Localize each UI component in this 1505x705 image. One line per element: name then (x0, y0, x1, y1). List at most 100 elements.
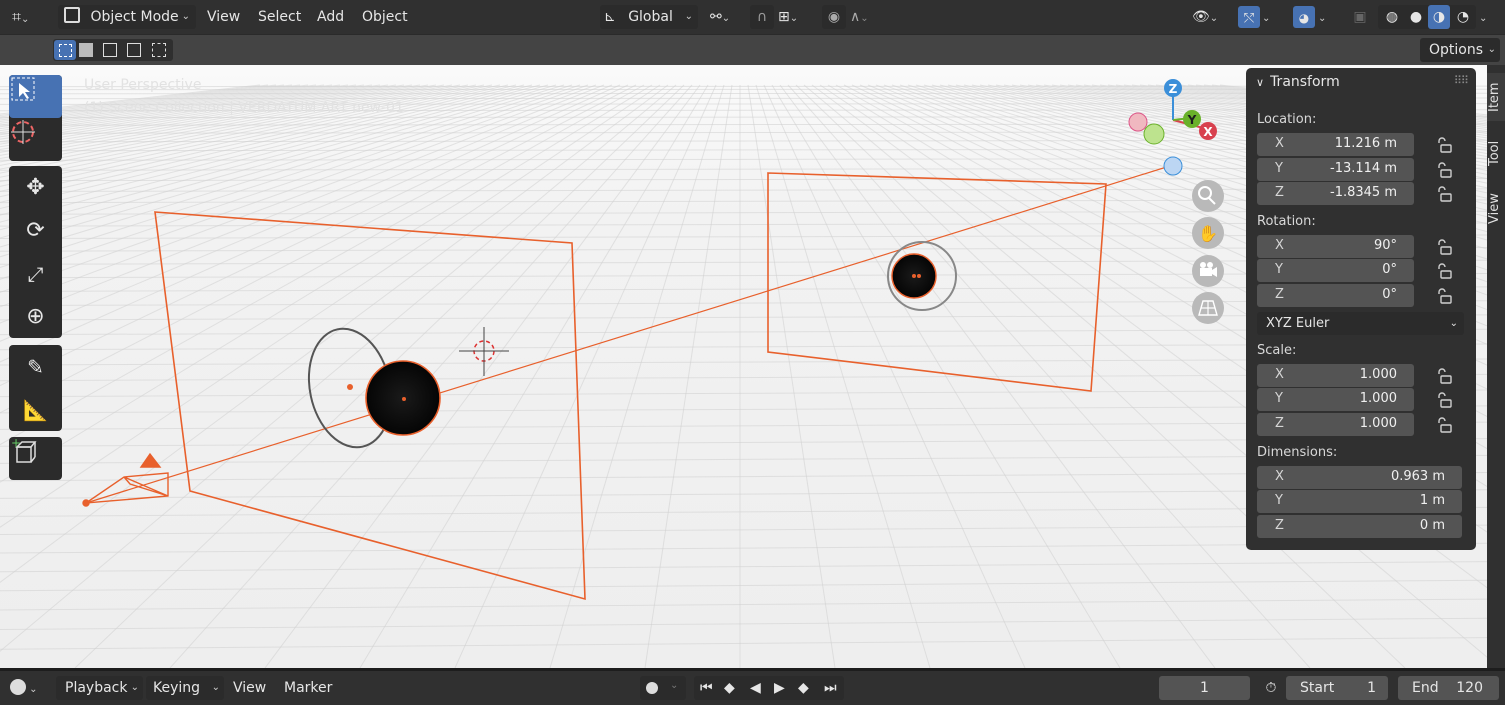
select-invert-icon[interactable] (127, 43, 141, 57)
orientation-dropdown[interactable]: ⊾ Global ⌄ (600, 5, 698, 29)
prev-keyframe-icon[interactable]: ◆ (724, 676, 735, 700)
solid-shading-icon[interactable]: ● (1406, 5, 1426, 29)
move-tool[interactable]: ✥ (9, 166, 62, 209)
mode-dropdown[interactable]: Object Mode ⌄ (58, 5, 196, 29)
rotation-z-field[interactable]: Z 0° (1257, 284, 1414, 307)
rotate-icon: ⟳ (26, 218, 45, 243)
transform-panel-header[interactable]: ∨ Transform (1256, 74, 1340, 90)
select-subtract-icon[interactable] (103, 43, 117, 57)
pivot-point-button[interactable]: ⚯⌄ (706, 5, 744, 29)
jump-start-icon[interactable]: ⏮ (700, 676, 713, 700)
record-icon[interactable] (646, 682, 658, 694)
unlocked-lock-icon[interactable] (1436, 417, 1452, 433)
add-cube-tool[interactable]: + (9, 437, 62, 480)
overlays-options-button[interactable]: ⌄ (1318, 5, 1338, 29)
annotate-tool[interactable]: ✎ (9, 345, 62, 388)
transform-tool[interactable]: ⊕ (9, 295, 62, 338)
location-x-field[interactable]: X 11.216 m (1257, 133, 1414, 156)
stopwatch-icon[interactable]: ⏱ (1258, 676, 1284, 700)
scale-y-field[interactable]: Y 1.000 (1257, 388, 1414, 411)
gizmo-options-button[interactable]: ⌄ (1262, 5, 1282, 29)
visibility-button[interactable]: 👁⌄ (1192, 5, 1230, 29)
start-label: Start (1300, 680, 1335, 696)
zoom-button[interactable] (1192, 180, 1224, 212)
editor-type-button[interactable]: ⌗⌄ (12, 5, 48, 29)
next-keyframe-icon[interactable]: ◆ (798, 676, 809, 700)
unlocked-lock-icon[interactable] (1436, 288, 1452, 304)
rotation-mode-dropdown[interactable]: XYZ Euler ⌄ (1257, 312, 1464, 335)
scale-tool[interactable]: ⤢ (9, 252, 62, 295)
rendered-shading-icon[interactable]: ◔ (1453, 5, 1473, 29)
unlocked-lock-icon[interactable] (1436, 239, 1452, 255)
auto-keying-group: ⌄ (640, 676, 686, 700)
play-icon[interactable]: ▶ (774, 676, 785, 700)
gizmo-neg-y[interactable] (1143, 123, 1165, 145)
drag-handle-icon[interactable]: ⠿⠿ (1454, 74, 1469, 87)
snap-target-button[interactable]: ⊞⌄ (778, 5, 814, 29)
axis-label: X (1275, 136, 1284, 151)
playback-dropdown[interactable]: Playback ⌄ (56, 676, 143, 700)
falloff-button[interactable]: ∧⌄ (850, 5, 884, 29)
tab-item[interactable]: Item (1487, 73, 1505, 121)
select-intersect-icon[interactable] (152, 43, 166, 57)
gizmo-toggle[interactable]: ⤲ (1238, 6, 1260, 28)
transform-orientation-icon: ⊾ (604, 9, 616, 25)
start-frame-field[interactable]: Start 1 (1286, 676, 1388, 700)
editor-type-button[interactable]: ⌄ (10, 676, 48, 700)
shading-options-button[interactable]: ⌄ (1479, 5, 1499, 29)
unlocked-lock-icon[interactable] (1436, 162, 1452, 178)
dimensions-y-field[interactable]: Y 1 m (1257, 490, 1462, 513)
axis-label: X (1275, 367, 1284, 382)
keying-label: Keying (153, 680, 201, 696)
pan-hand-button[interactable]: ✋ (1192, 217, 1224, 249)
gizmo-neg-z[interactable] (1163, 156, 1183, 176)
options-dropdown[interactable]: Options ⌄ (1420, 38, 1500, 62)
menu-add[interactable]: Add (311, 5, 350, 29)
menu-object[interactable]: Object (356, 5, 414, 29)
select-new-icon[interactable] (54, 40, 76, 60)
measure-tool[interactable]: 📐 (9, 388, 62, 431)
axis-label: X (1275, 238, 1284, 253)
menu-select[interactable]: Select (252, 5, 307, 29)
rotation-x-field[interactable]: X 90° (1257, 235, 1414, 258)
dimensions-x-field[interactable]: X 0.963 m (1257, 466, 1462, 489)
location-y-field[interactable]: Y -13.114 m (1257, 158, 1414, 181)
location-z-field[interactable]: Z -1.8345 m (1257, 182, 1414, 205)
timeline-menu-marker[interactable]: Marker (284, 676, 332, 700)
xray-toggle[interactable]: ▣ (1348, 5, 1372, 29)
chevron-down-icon[interactable]: ⌄ (670, 680, 678, 691)
unlocked-lock-icon[interactable] (1436, 263, 1452, 279)
tab-tool[interactable]: Tool (1487, 131, 1505, 175)
wireframe-shading-icon[interactable]: ◍ (1382, 5, 1402, 29)
rotate-tool[interactable]: ⟳ (9, 209, 62, 252)
proportional-edit-toggle[interactable]: ◉ (822, 5, 846, 29)
camera-view-button[interactable] (1192, 255, 1224, 287)
play-reverse-icon[interactable]: ◀ (750, 676, 761, 700)
rotation-y-field[interactable]: Y 0° (1257, 259, 1414, 282)
snap-toggle[interactable]: ∩ (750, 5, 774, 29)
timeline-menu-view[interactable]: View (233, 676, 266, 700)
unlocked-lock-icon[interactable] (1436, 137, 1452, 153)
scale-z-field[interactable]: Z 1.000 (1257, 413, 1414, 436)
unlocked-lock-icon[interactable] (1436, 186, 1452, 202)
unlocked-lock-icon[interactable] (1436, 392, 1452, 408)
tab-view[interactable]: View (1487, 185, 1505, 233)
unlocked-lock-icon[interactable] (1436, 368, 1452, 384)
material-shading-icon[interactable]: ◑ (1428, 5, 1450, 29)
select-box-tool[interactable] (9, 75, 62, 118)
viewport-header: ⌗⌄ Object Mode ⌄ View Select Add Object … (0, 0, 1505, 34)
select-extend-icon[interactable] (79, 43, 93, 57)
menu-view[interactable]: View (201, 5, 246, 29)
keying-dropdown[interactable]: Keying ⌄ (146, 676, 224, 700)
scale-x-field[interactable]: X 1.000 (1257, 364, 1414, 387)
cursor-tool[interactable] (9, 118, 62, 161)
object-mode-icon (64, 7, 80, 23)
overlays-toggle[interactable]: ◕ (1293, 6, 1315, 28)
current-frame-field[interactable]: 1 (1159, 676, 1250, 700)
magnet-icon: ∩ (756, 9, 768, 25)
dimensions-z-field[interactable]: Z 0 m (1257, 515, 1462, 538)
jump-end-icon[interactable]: ⏭ (824, 676, 837, 700)
gizmo-neg-x[interactable] (1128, 112, 1148, 132)
end-frame-field[interactable]: End 120 (1398, 676, 1499, 700)
perspective-toggle-button[interactable] (1192, 292, 1224, 324)
